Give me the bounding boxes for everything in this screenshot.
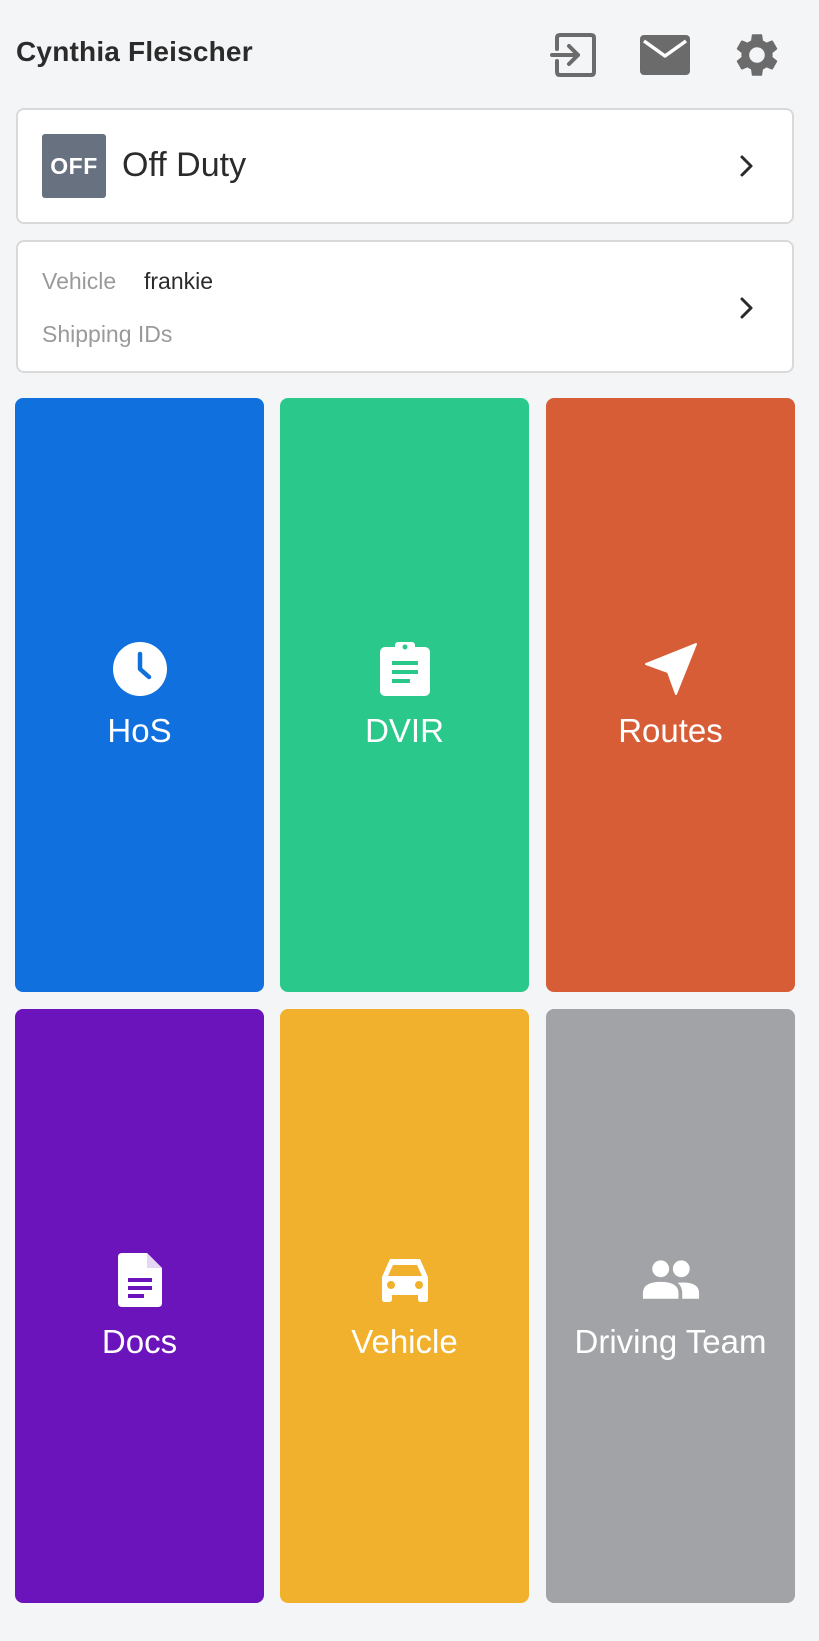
app-header: Cynthia Fleischer — [0, 0, 819, 108]
document-icon — [111, 1251, 169, 1309]
tile-docs[interactable]: Docs — [15, 1009, 264, 1603]
settings-button[interactable] — [730, 28, 784, 82]
vehicle-label: Vehicle — [42, 268, 117, 294]
tile-vehicle[interactable]: Vehicle — [280, 1009, 529, 1603]
duty-status-card[interactable]: OFF Off Duty — [16, 108, 794, 224]
vehicle-info-card[interactable]: Vehicle frankie Shipping IDs — [16, 240, 794, 373]
navigation-arrow-icon — [642, 640, 700, 698]
messages-button[interactable] — [638, 28, 692, 82]
tile-dvir[interactable]: DVIR — [280, 398, 529, 992]
duty-status-label: Off Duty — [122, 146, 247, 184]
tile-routes[interactable]: Routes — [546, 398, 795, 992]
chevron-right-icon — [736, 152, 758, 180]
tile-label: DVIR — [365, 712, 444, 749]
logout-icon — [550, 33, 596, 77]
tile-label: Routes — [618, 712, 723, 749]
duty-status-badge: OFF — [42, 134, 106, 198]
clipboard-icon — [376, 640, 434, 698]
mail-icon — [640, 35, 690, 75]
user-name: Cynthia Fleischer — [16, 36, 253, 67]
tile-hos[interactable]: HoS — [15, 398, 264, 992]
car-icon — [376, 1251, 434, 1309]
tile-label: Driving Team — [574, 1323, 767, 1360]
people-icon — [642, 1251, 700, 1309]
logout-button[interactable] — [547, 28, 601, 82]
clock-icon — [111, 640, 169, 698]
tile-driving-team[interactable]: Driving Team — [546, 1009, 795, 1603]
shipping-ids-label: Shipping IDs — [42, 321, 173, 347]
tile-label: HoS — [107, 712, 172, 749]
chevron-right-icon — [736, 294, 758, 322]
tile-label: Docs — [101, 1323, 178, 1360]
vehicle-value: frankie — [144, 268, 214, 294]
tile-label: Vehicle — [351, 1323, 458, 1360]
gear-icon — [736, 34, 778, 76]
